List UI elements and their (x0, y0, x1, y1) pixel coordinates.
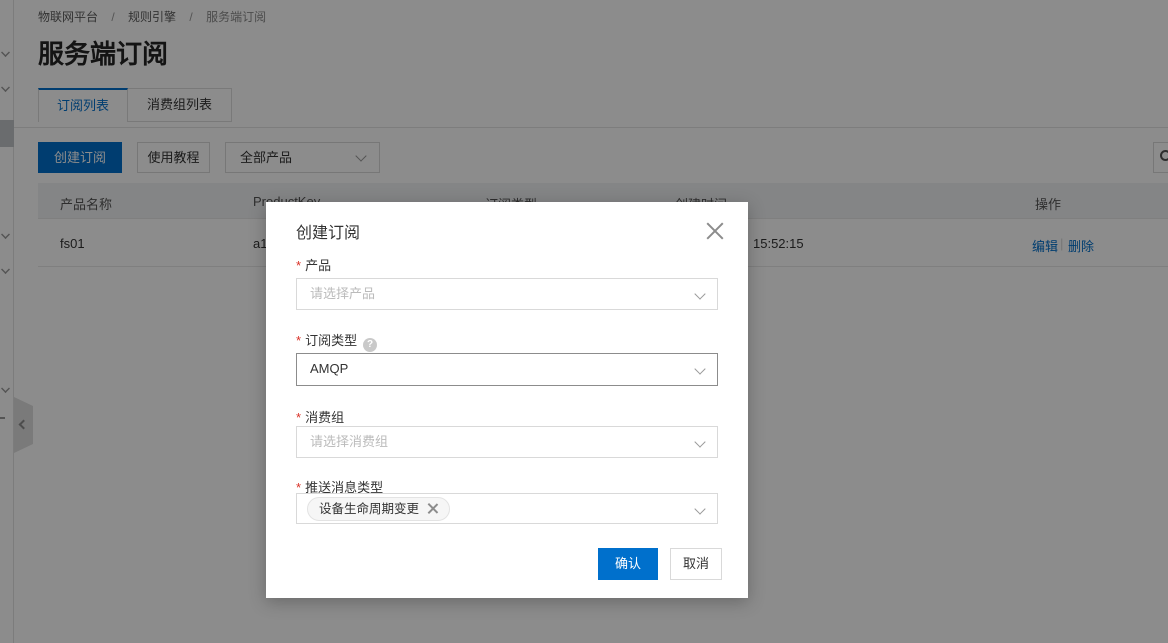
chevron-down-icon (696, 290, 704, 298)
create-subscription-dialog: 创建订阅 *产品 请选择产品 *订阅类型? AMQP *消费组 请选择消费组 *… (266, 202, 748, 598)
consumer-group-select[interactable]: 请选择消费组 (296, 426, 718, 458)
selected-tag: 设备生命周期变更 (307, 497, 450, 521)
required-marker: * (296, 258, 301, 273)
push-message-type-select[interactable]: 设备生命周期变更 (296, 493, 718, 524)
chevron-down-icon (696, 365, 704, 373)
cancel-button[interactable]: 取消 (670, 548, 722, 580)
product-select-placeholder: 请选择产品 (310, 286, 375, 301)
close-icon[interactable] (706, 220, 724, 238)
chevron-down-icon (696, 438, 704, 446)
consumer-group-placeholder: 请选择消费组 (310, 434, 388, 449)
subscription-type-value: AMQP (310, 361, 348, 376)
required-marker: * (296, 333, 301, 348)
help-icon[interactable]: ? (363, 338, 377, 352)
tag-label: 设备生命周期变更 (319, 502, 419, 516)
confirm-button[interactable]: 确认 (598, 548, 658, 580)
consumer-group-field-label: *消费组 (296, 407, 344, 426)
remove-tag-icon[interactable] (427, 503, 438, 514)
required-marker: * (296, 410, 301, 425)
subscription-type-field-label: *订阅类型? (296, 330, 377, 352)
iot-console-page: 物联网平台 / 规则引擎 / 服务端订阅 服务端订阅 订阅列表 消费组列表 创建… (0, 0, 1168, 643)
dialog-title: 创建订阅 (296, 219, 360, 243)
product-field-label: *产品 (296, 255, 331, 274)
product-select[interactable]: 请选择产品 (296, 278, 718, 310)
subscription-type-select[interactable]: AMQP (296, 353, 718, 386)
chevron-down-icon (696, 505, 704, 513)
